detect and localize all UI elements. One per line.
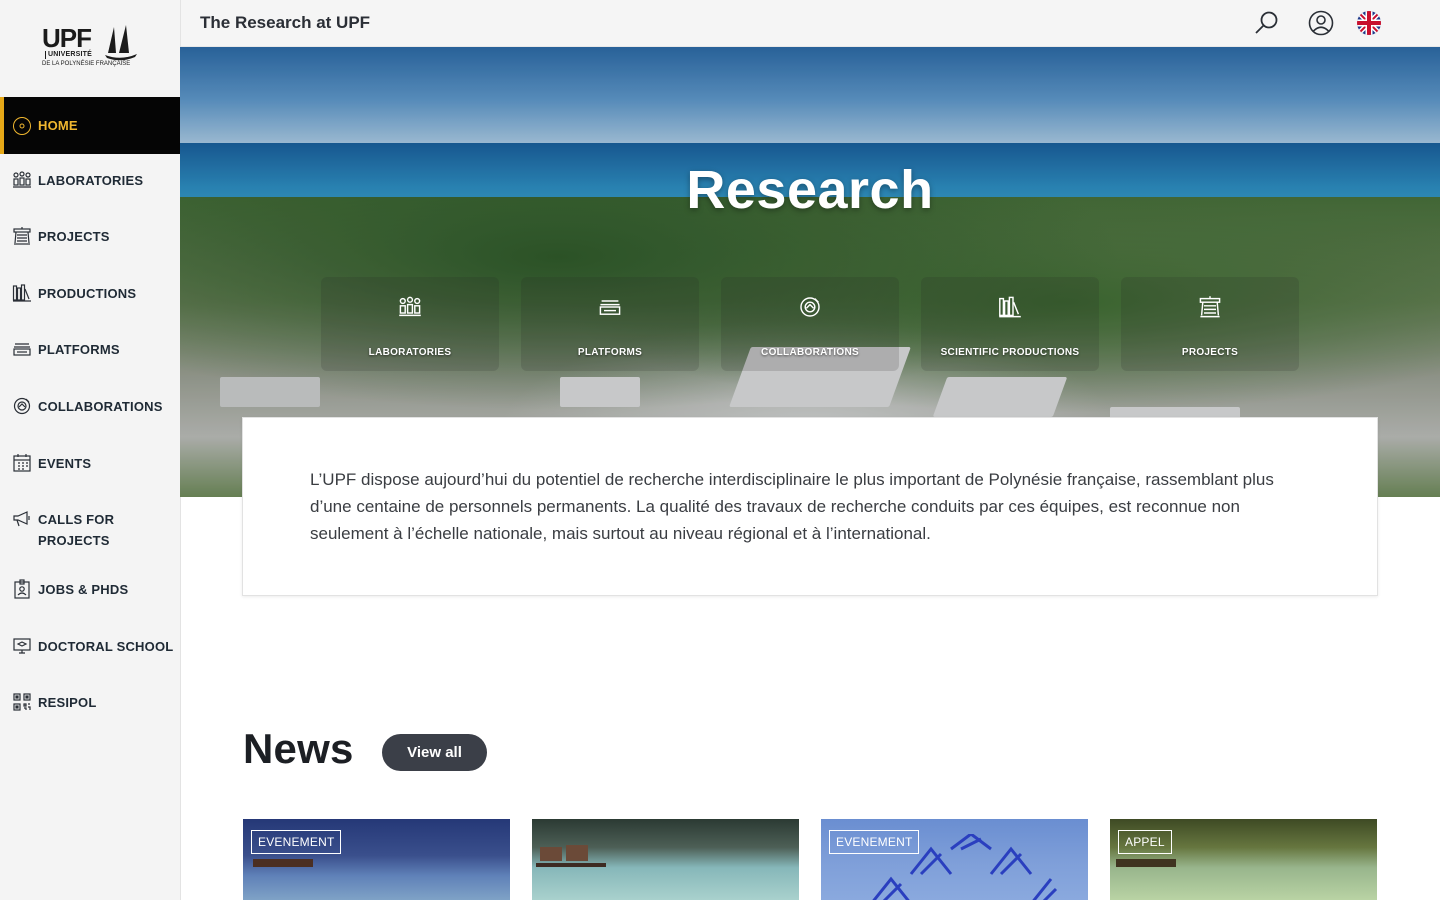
- projects-icon: [1199, 296, 1221, 318]
- card-image-detail: [566, 845, 588, 861]
- news-badge: APPEL: [1118, 830, 1172, 854]
- tile-label: SCIENTIFIC PRODUCTIONS: [940, 347, 1080, 358]
- tile-collaborations[interactable]: COLLABORATIONS: [721, 277, 899, 371]
- productions-icon: [999, 296, 1021, 318]
- tile-projects[interactable]: PROJECTS: [1121, 277, 1299, 371]
- calendar-icon: [13, 454, 31, 472]
- card-image-detail: [1116, 859, 1176, 867]
- laboratories-icon: [13, 171, 31, 188]
- sidebar-item-collaborations[interactable]: COLLABORATIONS: [0, 396, 180, 417]
- sidebar-item-label: JOBS & PHDS: [38, 582, 129, 597]
- platforms-icon: [599, 300, 621, 315]
- badge-icon: [14, 579, 30, 599]
- sidebar-item-jobs-phds[interactable]: JOBS & PHDS: [0, 579, 180, 600]
- news-heading: News: [243, 725, 354, 772]
- news-card[interactable]: EVENEMENT: [821, 819, 1088, 900]
- user-icon[interactable]: [1308, 10, 1334, 36]
- intro-card: L’UPF dispose aujourd’hui du potentiel d…: [242, 417, 1378, 596]
- tile-platforms[interactable]: PLATFORMS: [521, 277, 699, 371]
- qr-icon: [13, 693, 31, 711]
- tile-scientific-productions[interactable]: SCIENTIFIC PRODUCTIONS: [921, 277, 1099, 371]
- sidebar-item-label: PROJECTS: [38, 229, 110, 244]
- sidebar-item-label: PLATFORMS: [38, 342, 120, 357]
- productions-icon: [12, 284, 31, 302]
- sidebar-item-platforms[interactable]: PLATFORMS: [0, 339, 180, 360]
- sidebar: UPF UNIVERSITÉ DE LA POLYNÉSIE FRANÇAISE…: [0, 0, 181, 900]
- site-title[interactable]: The Research at UPF: [200, 13, 370, 33]
- sidebar-item-label: DOCTORAL SCHOOL: [38, 639, 174, 654]
- megaphone-icon: [13, 511, 30, 527]
- collaborations-icon: [800, 297, 820, 317]
- news-card[interactable]: APPEL: [1110, 819, 1377, 900]
- sidebar-item-label: CALLS FOR PROJECTS: [38, 512, 115, 548]
- platforms-icon: [13, 343, 31, 356]
- tile-label: COLLABORATIONS: [761, 347, 859, 358]
- tile-label: LABORATORIES: [368, 347, 452, 358]
- canoe-logo-icon: [105, 24, 137, 60]
- sidebar-item-doctoral-school[interactable]: DOCTORAL SCHOOL: [0, 636, 180, 657]
- upf-logo[interactable]: UPF UNIVERSITÉ DE LA POLYNÉSIE FRANÇAISE: [0, 0, 180, 97]
- logo-line1: UNIVERSITÉ: [45, 50, 92, 59]
- tile-label: PROJECTS: [1181, 347, 1239, 358]
- news-badge: EVENEMENT: [829, 830, 920, 854]
- news-badge: EVENEMENT: [251, 830, 342, 854]
- collaborations-icon: [13, 397, 31, 415]
- search-icon[interactable]: [1254, 10, 1280, 36]
- view-all-button[interactable]: View all: [382, 734, 487, 771]
- tile-laboratories[interactable]: LABORATORIES: [321, 277, 499, 371]
- sidebar-item-label: PRODUCTIONS: [38, 286, 137, 301]
- card-image-detail: [536, 863, 606, 867]
- sidebar-item-events[interactable]: EVENTS: [0, 453, 180, 474]
- sidebar-item-label: RESIPOL: [38, 695, 97, 710]
- laboratories-icon: [399, 296, 421, 317]
- sidebar-item-resipol[interactable]: RESIPOL: [0, 692, 180, 713]
- intro-text: L’UPF dispose aujourd’hui du potentiel d…: [310, 470, 1274, 543]
- hero-title: Research: [686, 160, 934, 220]
- projects-icon: [13, 227, 31, 245]
- sidebar-item-calls-for-projects[interactable]: CALLS FOR PROJECTS: [0, 509, 140, 551]
- news-card[interactable]: EVENEMENT: [243, 819, 510, 900]
- logo-text: UPF: [42, 22, 92, 53]
- sidebar-item-projects[interactable]: PROJECTS: [0, 226, 180, 247]
- sidebar-item-label: LABORATORIES: [38, 173, 144, 188]
- news-card[interactable]: [532, 819, 799, 900]
- sidebar-item-home[interactable]: HOME: [0, 97, 180, 154]
- uk-flag-icon[interactable]: [1356, 10, 1382, 36]
- card-image-detail: [253, 859, 313, 867]
- home-icon: [13, 116, 31, 135]
- tile-label: PLATFORMS: [577, 347, 643, 358]
- sidebar-item-laboratories[interactable]: LABORATORIES: [0, 170, 180, 191]
- top-bar: The Research at UPF: [181, 0, 1440, 47]
- sidebar-item-label: EVENTS: [38, 456, 92, 471]
- doctoral-icon: [13, 638, 31, 654]
- sidebar-item-productions[interactable]: PRODUCTIONS: [0, 283, 180, 304]
- card-image-detail: [540, 847, 562, 861]
- sidebar-item-label: COLLABORATIONS: [38, 399, 163, 414]
- sidebar-item-label: HOME: [38, 118, 78, 133]
